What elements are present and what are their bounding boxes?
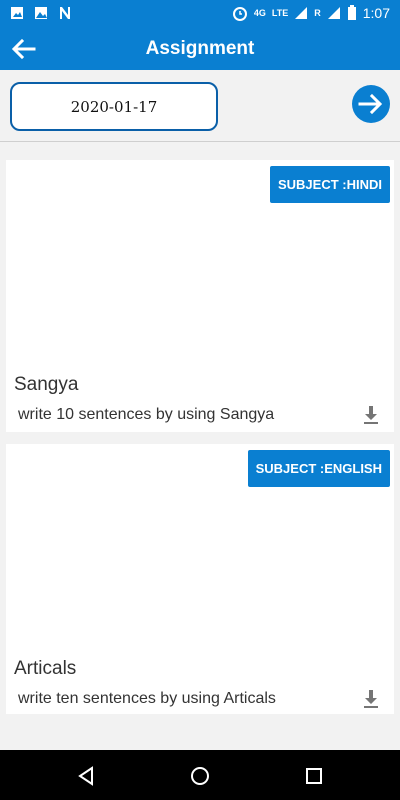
back-triangle-icon[interactable]: [74, 764, 98, 788]
home-circle-icon[interactable]: [188, 764, 212, 788]
photo-icon: [35, 7, 47, 19]
network-label: LTE: [271, 8, 289, 18]
signal-icon: [327, 7, 340, 19]
assignment-description: write 10 sentences by using Sangya: [18, 406, 275, 423]
alarm-icon: [232, 7, 247, 21]
clock-time: 1:07: [362, 5, 390, 21]
subject-button[interactable]: SUBJECT :ENGLISH: [247, 450, 390, 487]
arrow-forward-icon: [358, 93, 383, 115]
battery-icon: [347, 5, 356, 20]
signal-icon: [295, 7, 308, 19]
subject-button[interactable]: SUBJECT :HINDI: [269, 166, 390, 203]
image-icon: [11, 7, 23, 19]
app-bar: Assignment: [0, 28, 400, 70]
system-icons: 4G LTE R 1:07: [232, 5, 390, 21]
assignment-card: SUBJECT :HINDI Sangya write 10 sentences…: [6, 160, 394, 432]
date-filter-row: 2020-01-17: [0, 70, 400, 142]
system-nav-bar: [0, 750, 400, 800]
recent-square-icon[interactable]: [302, 764, 326, 788]
network-small-label: 4G: [253, 8, 266, 18]
page-title: Assignment: [145, 38, 255, 59]
assignment-card: SUBJECT :ENGLISH Articals write ten sent…: [6, 444, 394, 714]
assignment-description: write ten sentences by using Articals: [18, 690, 276, 707]
assignment-title: Sangya: [14, 374, 79, 395]
notification-icons: [10, 6, 72, 20]
download-icon[interactable]: [362, 688, 380, 710]
status-bar: 4G LTE R 1:07: [0, 0, 400, 28]
roaming-label: R: [314, 8, 321, 18]
n-app-icon: [60, 7, 70, 19]
download-icon[interactable]: [362, 404, 380, 426]
assignment-title: Articals: [14, 658, 77, 679]
date-field[interactable]: 2020-01-17: [10, 82, 218, 131]
next-button[interactable]: [352, 85, 390, 123]
